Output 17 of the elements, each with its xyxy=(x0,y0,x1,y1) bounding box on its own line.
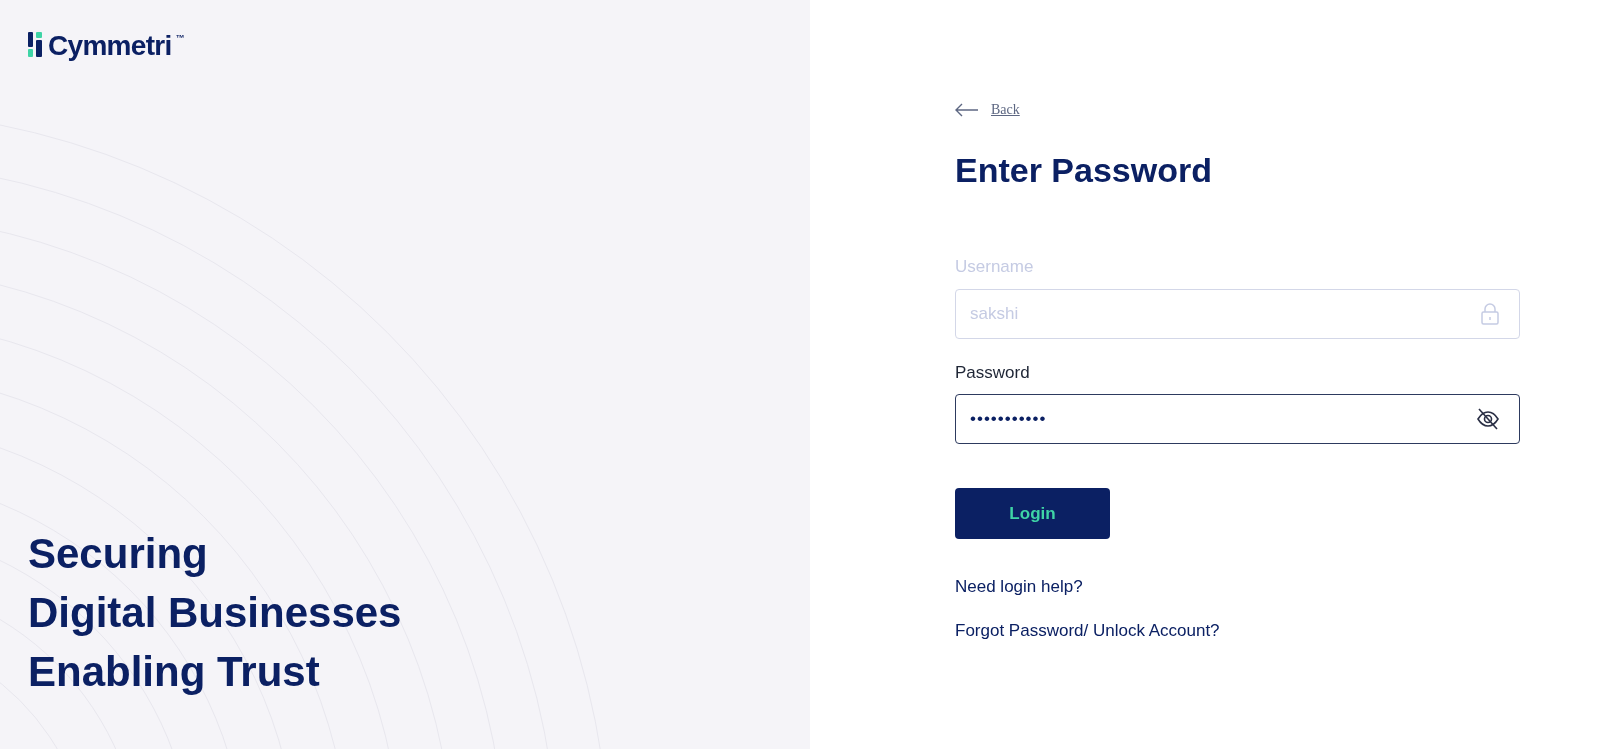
trademark-mark: ™ xyxy=(175,32,185,45)
back-arrow-icon xyxy=(955,103,979,117)
tagline-line: Securing xyxy=(28,529,209,579)
help-link[interactable]: Forgot Password/ Unlock Account? xyxy=(955,617,1220,643)
hide-password-icon[interactable] xyxy=(1476,408,1500,430)
tagline-line: Enabling Trust xyxy=(28,647,321,697)
tagline-line: Digital Businesses xyxy=(28,588,403,638)
field-label: Password xyxy=(955,361,1031,384)
lock-icon xyxy=(1480,302,1500,325)
brand-name: Cymmetri xyxy=(48,32,172,60)
field-label: Username xyxy=(955,256,1035,278)
page-title: Enter Password xyxy=(955,150,1213,191)
back-link[interactable]: Back xyxy=(955,100,1020,120)
input-field[interactable]: ••••••••••• xyxy=(955,394,1520,444)
logo-icon xyxy=(28,32,44,58)
help-link[interactable]: Need login help? xyxy=(955,574,1083,600)
login-button[interactable]: Login xyxy=(955,488,1110,539)
